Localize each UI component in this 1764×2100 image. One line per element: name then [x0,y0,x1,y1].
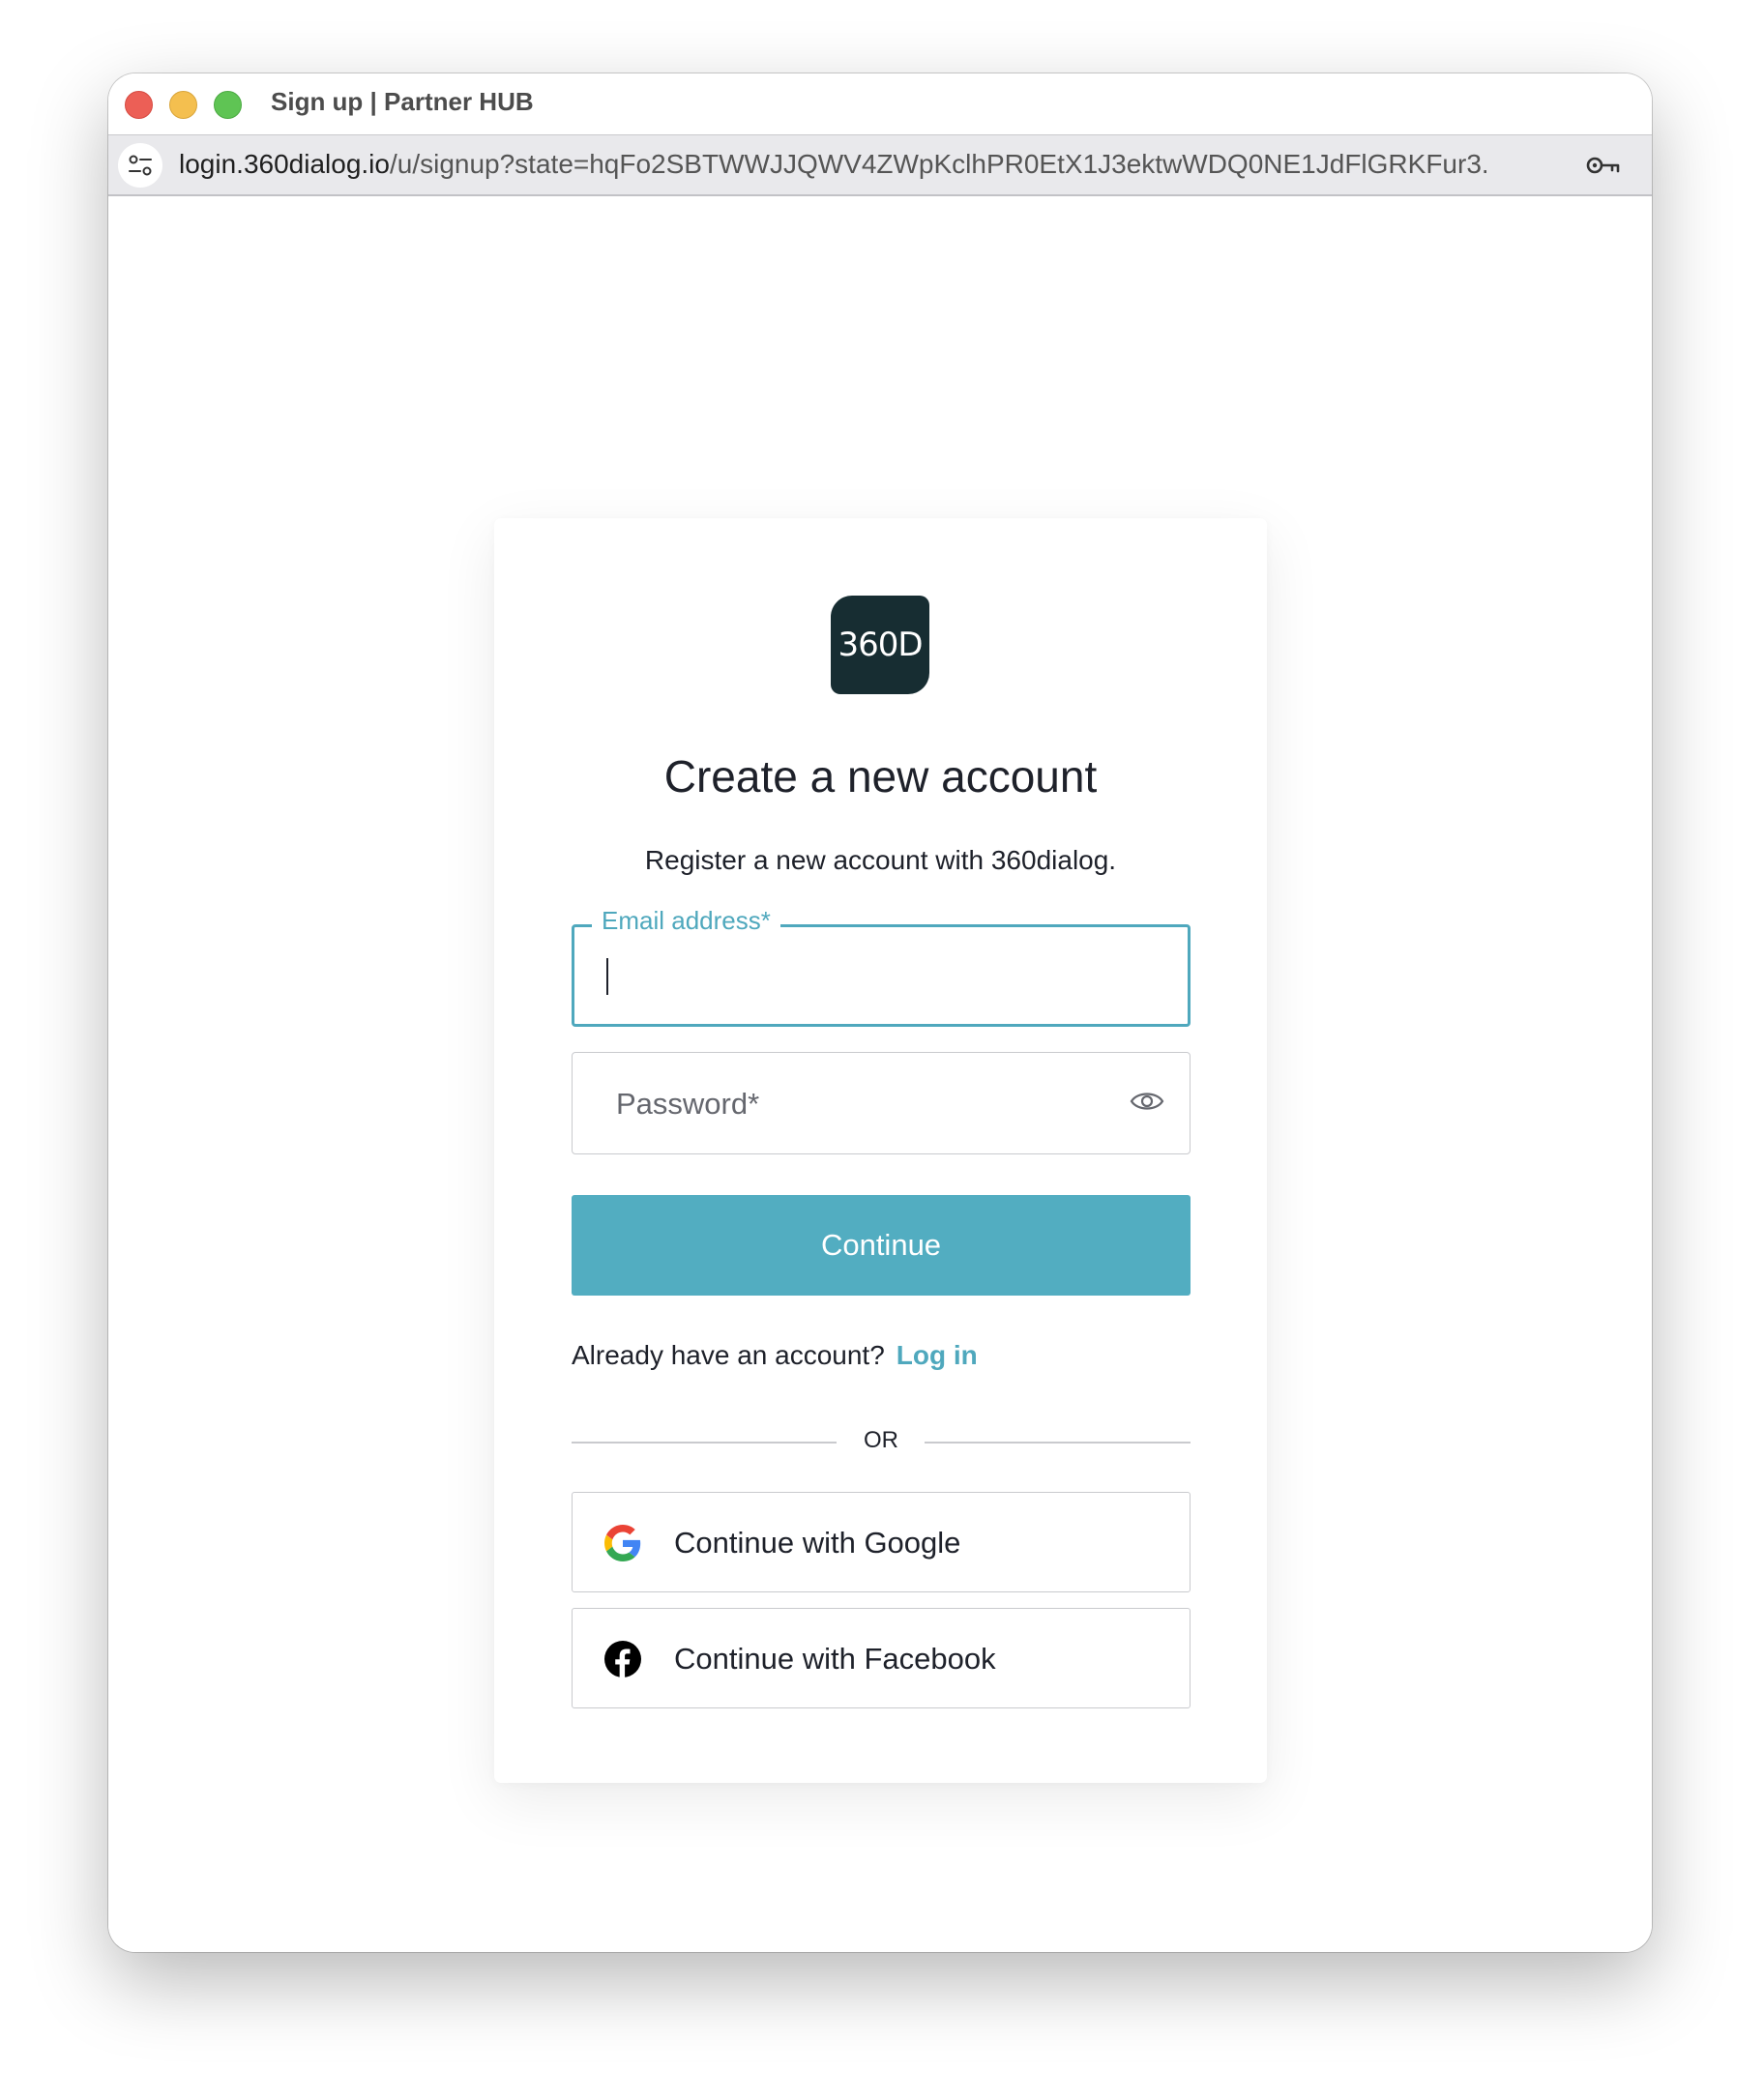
password-placeholder: Password* [616,1087,760,1121]
continue-with-google-button[interactable]: Continue with Google [572,1492,1191,1592]
page-subtitle: Register a new account with 360dialog. [644,845,1117,875]
minimize-window-button[interactable] [169,91,197,119]
facebook-label: Continue with Facebook [674,1642,996,1676]
or-divider: OR [572,1427,1191,1456]
tune-icon [129,155,152,176]
google-icon [604,1525,641,1566]
show-password-icon[interactable] [1130,1088,1164,1120]
facebook-icon [604,1641,641,1682]
text-caret [606,958,608,995]
site-settings-button[interactable] [118,143,162,188]
continue-with-facebook-button[interactable]: Continue with Facebook [572,1608,1191,1708]
email-field[interactable]: Email address* [572,906,1191,1027]
address-bar[interactable]: login.360dialog.io/u/signup?state=hqFo2S… [108,134,1652,196]
page-title: Create a new account [663,751,1098,802]
continue-button[interactable]: Continue [572,1195,1191,1296]
url-text[interactable]: login.360dialog.io/u/signup?state=hqFo2S… [179,149,1486,180]
already-account-text: Already have an account? [572,1340,885,1370]
url-host: login.360dialog.io [179,149,390,179]
zoom-window-button[interactable] [214,91,242,119]
or-text: OR [864,1427,898,1453]
email-label: Email address* [592,906,780,936]
logo-text: 360D [838,626,923,664]
google-label: Continue with Google [674,1526,961,1560]
close-window-button[interactable] [125,91,153,119]
browser-window: Sign up | Partner HUB login.360dialog.io… [108,73,1652,1952]
login-prompt: Already have an account? Log in [572,1340,978,1371]
login-link[interactable]: Log in [897,1340,978,1370]
divider-line-right [925,1442,1191,1444]
url-path: /u/signup?state=hqFo2SBTWWJJQWV4ZWpKclhP… [389,149,1486,179]
page-content: 360D Create a new account Register a new… [108,196,1652,1952]
password-field[interactable]: Password* [572,1052,1191,1154]
signup-card: 360D Create a new account Register a new… [494,518,1267,1783]
title-bar: Sign up | Partner HUB [108,73,1652,134]
brand-logo: 360D [831,596,929,694]
window-title: Sign up | Partner HUB [271,87,534,116]
password-key-icon[interactable] [1585,151,1622,185]
